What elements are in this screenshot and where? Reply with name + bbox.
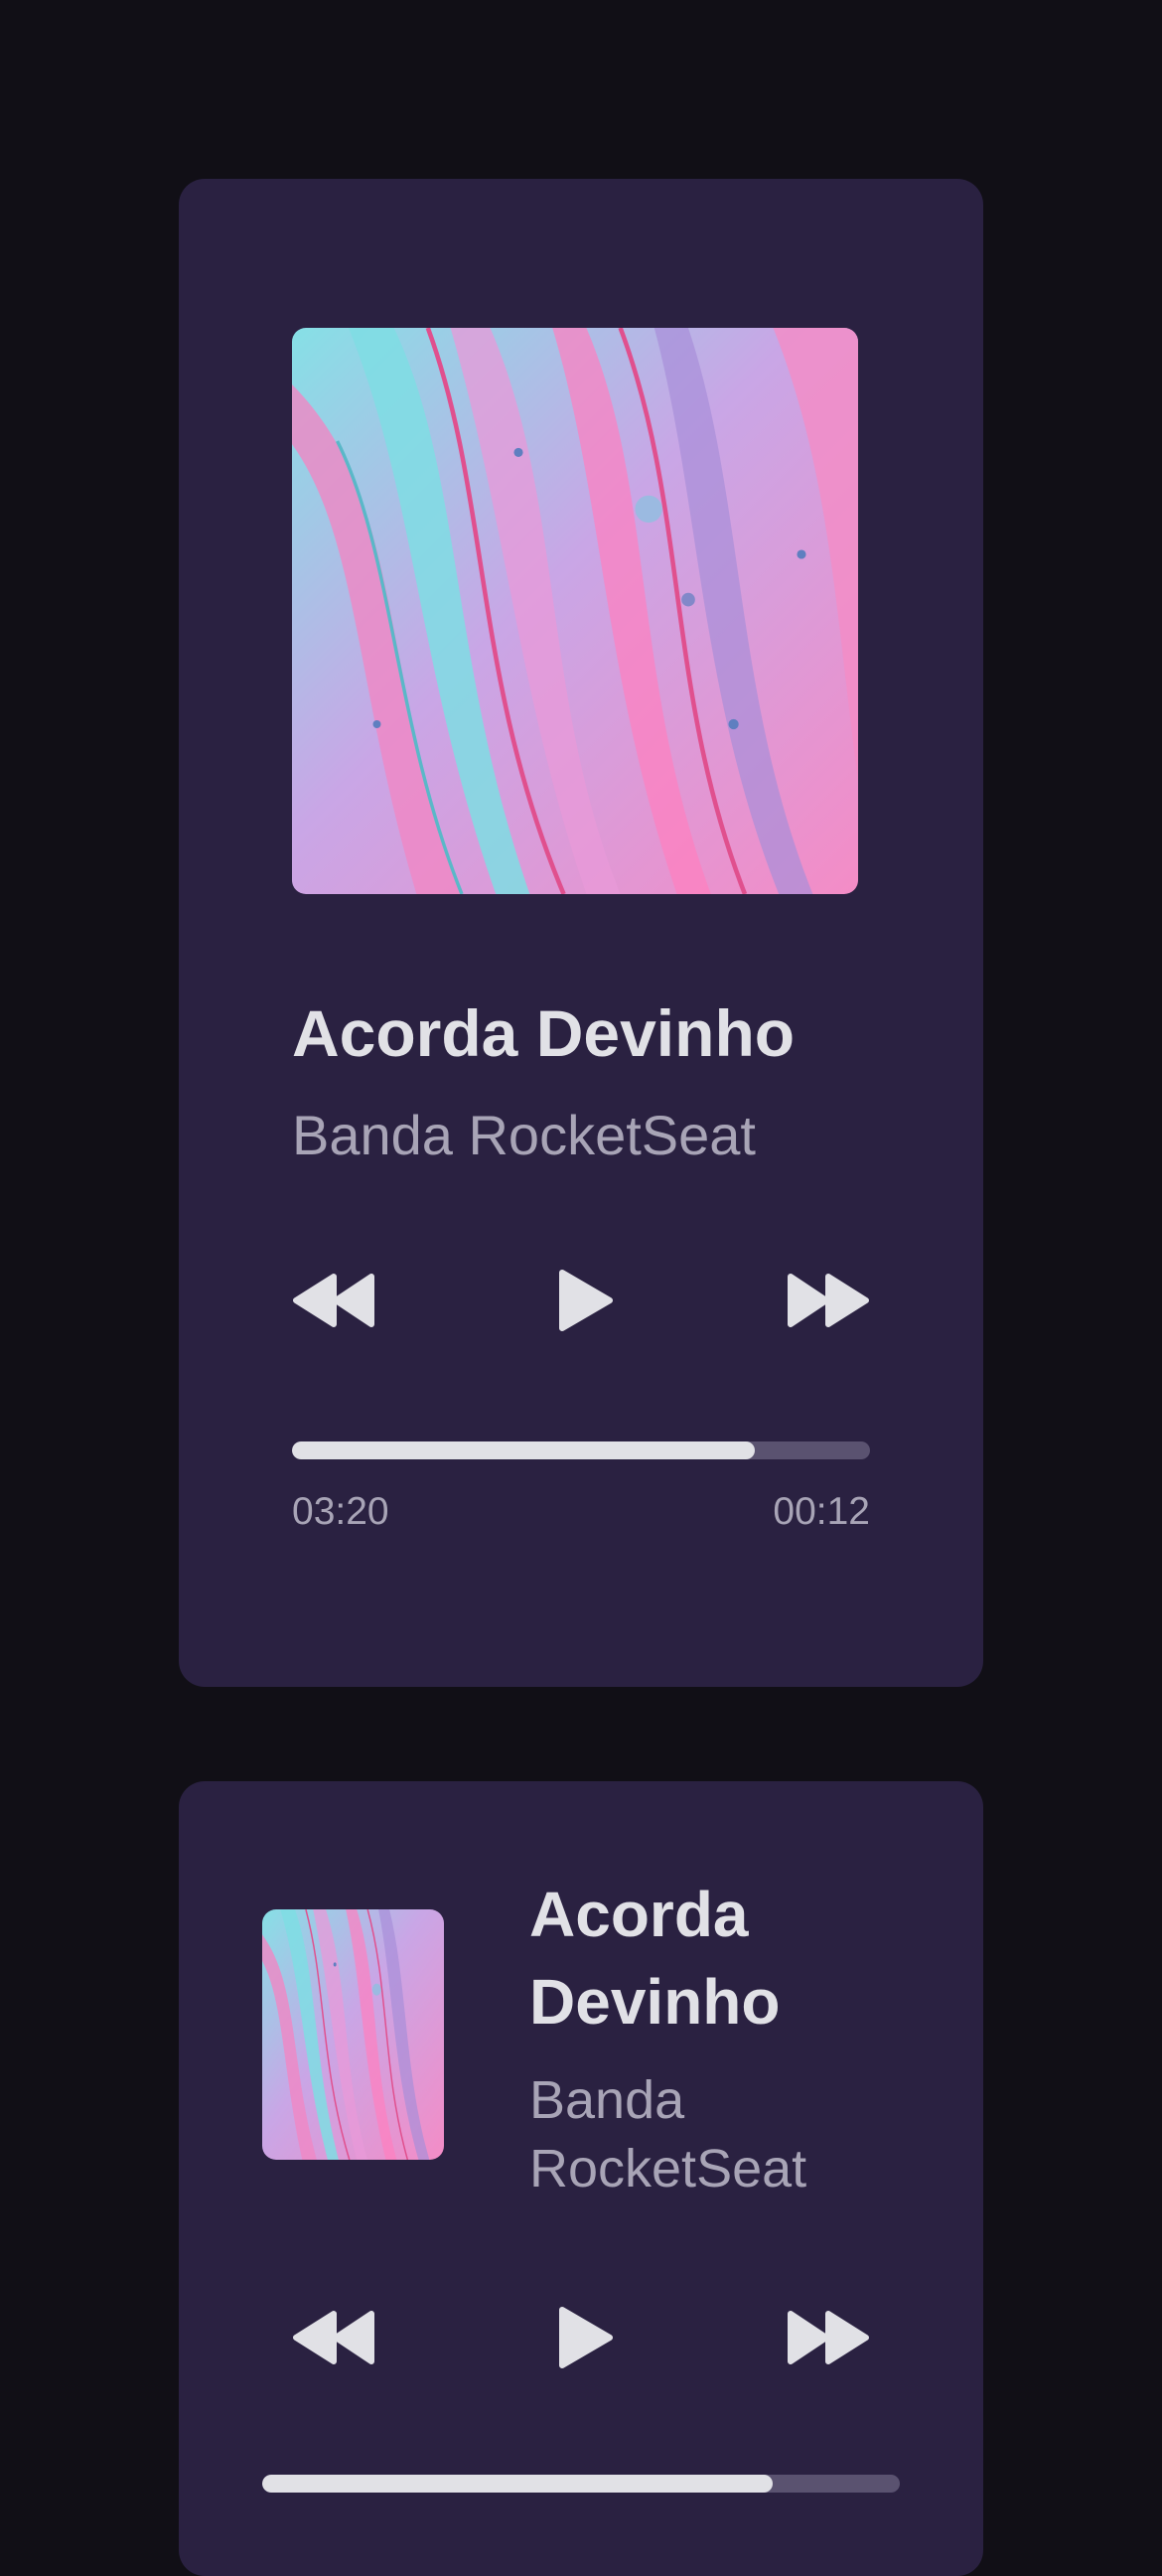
playback-controls	[292, 2306, 870, 2369]
play-button[interactable]	[556, 1269, 616, 1332]
fast-forward-icon	[788, 2311, 869, 2364]
fast-forward-icon	[788, 1274, 869, 1327]
rewind-button[interactable]	[292, 1269, 377, 1332]
play-icon	[559, 1270, 613, 1331]
fast-forward-button[interactable]	[785, 2306, 870, 2369]
elapsed-time: 03:20	[292, 1490, 389, 1533]
rewind-icon	[293, 1274, 374, 1327]
progress-bar[interactable]	[262, 2475, 900, 2493]
album-cover	[292, 328, 858, 894]
artist-name: Banda RocketSeat	[529, 2070, 807, 2198]
playback-controls	[292, 1269, 870, 1332]
play-button[interactable]	[556, 2306, 616, 2369]
song-title: Acorda Devinho	[529, 1879, 781, 2038]
player-card-compact: Acorda Devinho Banda RocketSeat	[179, 1781, 983, 2576]
fast-forward-button[interactable]	[785, 1269, 870, 1332]
player-card-large: Acorda Devinho Banda RocketSeat 03:20 00…	[179, 179, 983, 1687]
album-cover	[262, 1909, 444, 2160]
progress-fill	[292, 1441, 755, 1459]
rewind-icon	[293, 2311, 374, 2364]
progress-bar[interactable]	[292, 1441, 870, 1459]
artist-name: Banda RocketSeat	[292, 1104, 756, 1166]
progress-fill	[262, 2475, 773, 2493]
song-title: Acorda Devinho	[292, 996, 796, 1070]
remaining-time: 00:12	[773, 1490, 870, 1533]
play-icon	[559, 2307, 613, 2368]
rewind-button[interactable]	[292, 2306, 377, 2369]
